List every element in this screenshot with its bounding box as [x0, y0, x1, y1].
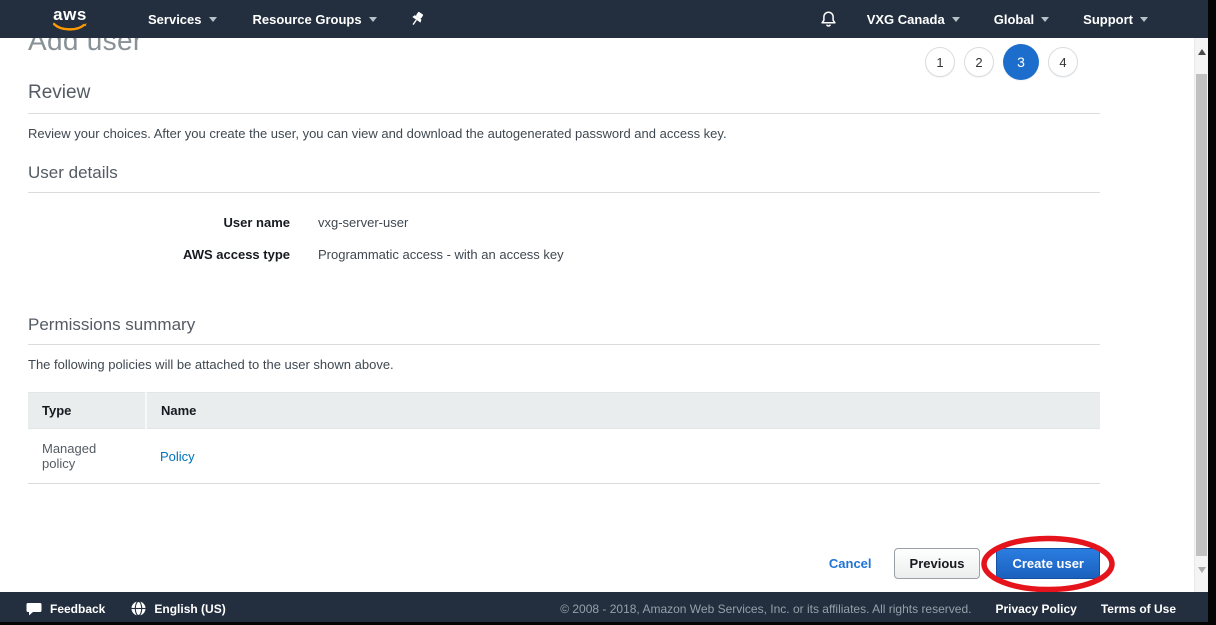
username-label: User name	[28, 215, 290, 230]
table-header-row: Type Name	[28, 393, 1100, 429]
cancel-button[interactable]: Cancel	[829, 556, 872, 571]
permissions-summary-heading: Permissions summary	[28, 315, 1100, 345]
scrollbar-thumb[interactable]	[1196, 74, 1207, 556]
step-3-active[interactable]: 3	[1003, 44, 1039, 80]
main-content: Add user Review Review your choices. Aft…	[28, 38, 1100, 579]
nav-services[interactable]: Services	[144, 0, 221, 38]
user-details-list: User name vxg-server-user AWS access typ…	[28, 215, 1100, 262]
nav-account-label: VXG Canada	[867, 12, 945, 27]
aws-logo-text: aws	[52, 6, 88, 23]
step-4[interactable]: 4	[1048, 47, 1078, 77]
feedback-button[interactable]: Feedback	[26, 602, 105, 616]
chevron-down-icon	[1140, 17, 1148, 22]
user-details-heading: User details	[28, 163, 1100, 193]
chevron-down-icon	[369, 17, 377, 22]
chevron-down-icon	[1041, 17, 1049, 22]
language-label: English (US)	[154, 602, 225, 616]
terms-of-use-link[interactable]: Terms of Use	[1101, 602, 1176, 616]
policy-type-cell: Managed policy	[28, 429, 146, 484]
footer: Feedback English (US) © 2008 - 2018, Ama…	[0, 592, 1216, 625]
privacy-policy-link[interactable]: Privacy Policy	[995, 602, 1076, 616]
feedback-label: Feedback	[50, 602, 105, 616]
nav-resource-groups-label: Resource Groups	[253, 12, 362, 27]
screenshot-right-border	[1208, 0, 1216, 625]
review-description: Review your choices. After you create th…	[28, 126, 1100, 141]
scroll-down-button[interactable]	[1195, 562, 1209, 578]
chevron-down-icon	[209, 17, 217, 22]
nav-resource-groups[interactable]: Resource Groups	[249, 0, 381, 38]
table-row: Managed policy Policy	[28, 429, 1100, 484]
nav-region-menu[interactable]: Global	[990, 0, 1053, 38]
nav-support-menu[interactable]: Support	[1079, 0, 1152, 38]
policy-link[interactable]: Policy	[160, 449, 195, 464]
col-header-type: Type	[28, 393, 146, 429]
permissions-description: The following policies will be attached …	[28, 357, 1100, 372]
step-2[interactable]: 2	[964, 47, 994, 77]
pushpin-icon	[409, 11, 425, 28]
scroll-up-button[interactable]	[1195, 44, 1209, 60]
detail-row-access-type: AWS access type Programmatic access - wi…	[28, 247, 1100, 262]
nav-left: Services Resource Groups	[144, 0, 425, 38]
nav-account-menu[interactable]: VXG Canada	[863, 0, 964, 38]
permissions-table: Type Name Managed policy Policy	[28, 392, 1100, 484]
arrow-up-icon	[1198, 49, 1206, 55]
nav-right: VXG Canada Global Support	[820, 0, 1152, 38]
review-heading: Review	[28, 82, 1100, 114]
access-type-label: AWS access type	[28, 247, 290, 262]
bell-icon	[820, 10, 837, 28]
notifications-button[interactable]	[820, 10, 837, 28]
copyright-text: © 2008 - 2018, Amazon Web Services, Inc.…	[560, 602, 971, 616]
arrow-down-icon	[1198, 567, 1206, 573]
policy-name-cell: Policy	[146, 429, 1100, 484]
step-1[interactable]: 1	[925, 47, 955, 77]
wizard-actions: Cancel Previous Create user	[28, 548, 1100, 579]
aws-logo[interactable]: aws	[52, 6, 88, 32]
previous-button[interactable]: Previous	[894, 548, 981, 579]
detail-row-username: User name vxg-server-user	[28, 215, 1100, 230]
step-indicator: 1 2 3 4	[925, 44, 1078, 80]
nav-support-label: Support	[1083, 12, 1133, 27]
pin-shortcut-button[interactable]	[409, 11, 425, 28]
col-header-name: Name	[146, 393, 1100, 429]
chevron-down-icon	[952, 17, 960, 22]
access-type-value: Programmatic access - with an access key	[318, 247, 564, 262]
vertical-scrollbar[interactable]	[1194, 38, 1208, 592]
globe-icon	[131, 601, 146, 616]
username-value: vxg-server-user	[318, 215, 408, 230]
speech-bubble-icon	[26, 602, 42, 616]
nav-region-label: Global	[994, 12, 1034, 27]
language-selector[interactable]: English (US)	[131, 601, 225, 616]
create-user-button[interactable]: Create user	[996, 548, 1100, 579]
top-nav: aws Services Resource Groups	[0, 0, 1216, 38]
nav-services-label: Services	[148, 12, 202, 27]
